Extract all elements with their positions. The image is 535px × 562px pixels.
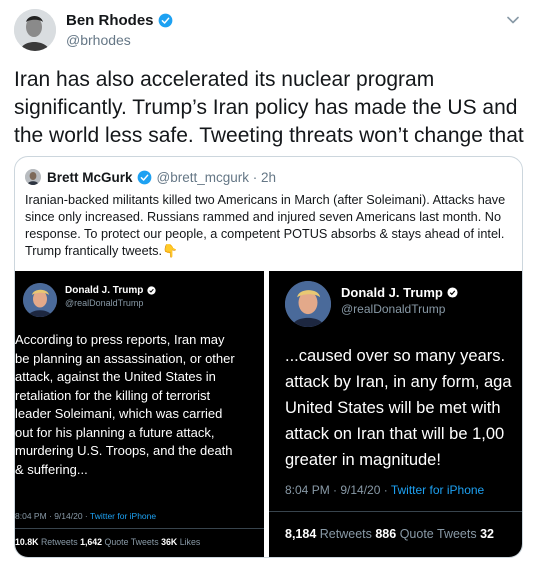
screenshot-left-source: Twitter for iPhone [89,511,157,521]
quote-count: 1,642 [80,537,103,547]
like-count: 36K [161,537,178,547]
screenshot-right-source: Twitter for iPhone [390,483,485,497]
screenshot-left-time: 8:04 PM · 9/14/20 · [15,511,90,521]
trump-photo [23,283,57,317]
screenshot-right-line: United States will be met with [285,399,501,417]
screenshot-right-handle: @realDonaldTrump [341,302,446,316]
screenshot-left-line: out for his planning a future attack, [15,424,215,440]
retweet-count: 8,184 [285,527,317,541]
retweet-label: Retweets [319,527,372,541]
trump-avatar [23,283,57,317]
screenshot-right-name: Donald J. Trump [341,285,458,300]
quoted-author-handle: @brett_mcgurk · 2h [156,169,277,185]
quoted-header: Brett McGurk @brett_mcgurk · 2h [25,169,276,185]
trump-photo [285,281,331,327]
ben-rhodes-photo [14,9,56,51]
tweet-text: Iran has also accelerated its nuclear pr… [14,68,524,147]
screenshot-right-line: attack on Iran that will be 1,00 [285,425,505,443]
author-name[interactable]: Ben Rhodes [66,12,154,29]
tweet-screenshot-left[interactable]: Donald J. Trump @realDonaldTrump Accordi… [15,271,264,557]
pointing-down-emoji: 👇 [162,244,178,258]
verified-icon [137,170,151,184]
screenshot-right-name-text: Donald J. Trump [341,285,443,300]
retweet-count: 10.8K [15,537,39,547]
author-name-row[interactable]: Ben Rhodes [66,12,173,29]
like-label: Likes [179,537,201,547]
quote-count: 886 [375,527,397,541]
divider [269,511,522,512]
like-count: 32 [480,527,494,541]
screenshot-right-text: ...caused over so many years. attack by … [285,343,512,473]
tweet-screenshot-right[interactable]: Donald J. Trump @realDonaldTrump ...caus… [269,271,522,557]
trump-avatar [285,281,331,327]
screenshot-right-time: 8:04 PM · 9/14/20 · [285,483,391,497]
quoted-text-body: Iranian-backed militants killed two Amer… [25,193,506,258]
screenshot-left-name-text: Donald J. Trump [65,285,144,296]
avatar[interactable] [14,9,56,51]
screenshot-left-line: be planning an assassination, or other [15,350,235,366]
screenshot-left-line: retaliation for the killing of terrorist [15,387,211,403]
screenshot-left-handle: @realDonaldTrump [65,298,144,308]
divider [15,528,264,529]
quote-label: Quote Tweets [399,527,477,541]
screenshot-right-line: greater in magnitude! [285,451,441,469]
screenshot-right-line: ...caused over so many years. [285,347,506,365]
quoted-text: Iranian-backed militants killed two Amer… [25,192,513,260]
verified-icon [158,13,172,28]
author-handle[interactable]: @brhodes [66,32,173,48]
screenshot-right-line: attack by Iran, in any form, aga [285,373,512,391]
screenshot-left-meta: 8:04 PM · 9/14/20 · Twitter for iPhone [15,511,156,521]
quoted-tweet[interactable]: Brett McGurk @brett_mcgurk · 2h Iranian-… [14,156,523,558]
brett-mcgurk-photo [25,169,41,185]
screenshot-left-stats: 10.8K Retweets 1,642 Quote Tweets 36K Li… [15,537,200,547]
chevron-down-icon[interactable] [505,12,521,28]
screenshot-left-line: attack, against the United States in [15,369,216,384]
screenshot-left-text: According to press reports, Iran may be … [15,331,235,479]
screenshot-left-name: Donald J. Trump [65,285,156,296]
screenshot-right-stats: 8,184 Retweets 886 Quote Tweets 32 [285,527,494,541]
quote-label: Quote Tweets [104,537,159,547]
screenshot-left-line: murdering U.S. Troops, and the death [15,443,233,458]
screenshot-right-meta: 8:04 PM · 9/14/20 · Twitter for iPhone [285,483,484,497]
screenshot-left-line: leader Soleimani, which was carried [15,406,223,421]
screenshot-left-line: & suffering... [15,461,88,477]
verified-icon [447,287,458,298]
quoted-author-name: Brett McGurk [47,169,133,185]
screenshot-left-line: According to press reports, Iran may [15,332,225,347]
quoted-avatar [25,169,41,185]
verified-icon [147,286,156,295]
retweet-label: Retweets [40,537,78,547]
